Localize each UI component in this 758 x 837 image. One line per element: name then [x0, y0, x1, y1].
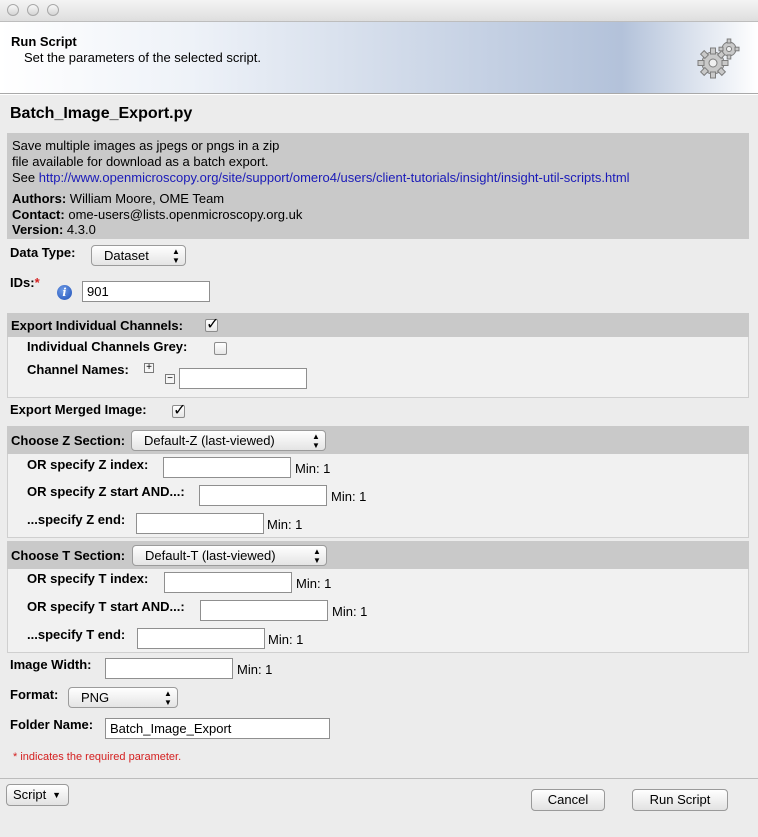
remove-channel-name-icon[interactable]: −	[165, 374, 175, 384]
description-line-1: Save multiple images as jpegs or pngs in…	[12, 138, 280, 153]
channel-names-input[interactable]	[179, 368, 307, 389]
z-index-label: OR specify Z index:	[27, 457, 149, 472]
minimize-window-button[interactable]	[27, 4, 39, 16]
t-start-input[interactable]	[200, 600, 328, 621]
z-end-min: Min: 1	[267, 517, 303, 532]
z-start-label: OR specify Z start AND...:	[27, 484, 185, 499]
t-index-input[interactable]	[164, 572, 292, 593]
contact-line: Contact: ome-users@lists.openmicroscopy.…	[12, 207, 302, 223]
authors-value: William Moore, OME Team	[69, 191, 225, 206]
description-line-2: file available for download as a batch e…	[12, 154, 269, 169]
z-section-select[interactable]: Default-Z (last-viewed) ▲ ▼	[131, 430, 326, 451]
t-index-label: OR specify T index:	[27, 571, 149, 586]
folder-name-label: Folder Name:	[10, 717, 94, 732]
z-section-header: Choose Z Section: Default-Z (last-viewed…	[7, 426, 749, 454]
run-script-button[interactable]: Run Script	[632, 789, 728, 811]
image-width-label: Image Width:	[10, 657, 92, 672]
z-section-label: Choose Z Section:	[11, 433, 126, 448]
t-section-select[interactable]: Default-T (last-viewed) ▲ ▼	[132, 545, 327, 566]
window-titlebar	[0, 0, 758, 22]
channels-grey-label: Individual Channels Grey:	[27, 339, 188, 354]
t-section-value: Default-T (last-viewed)	[145, 548, 276, 563]
gear-icon	[697, 38, 740, 79]
folder-name-input[interactable]: Batch_Image_Export	[105, 718, 330, 739]
channel-names-label: Channel Names:	[27, 362, 129, 377]
script-help-link[interactable]: http://www.openmicroscopy.org/site/suppo…	[39, 170, 630, 185]
required-parameter-note: * indicates the required parameter.	[13, 751, 182, 763]
z-index-input[interactable]	[163, 457, 291, 478]
export-channels-label: Export Individual Channels:	[11, 318, 183, 333]
chevron-down-icon: ▼	[52, 790, 61, 800]
export-channels-checkbox[interactable]: ✓	[205, 316, 220, 333]
format-value: PNG	[81, 690, 110, 705]
close-window-button[interactable]	[7, 4, 19, 16]
image-width-min: Min: 1	[237, 662, 273, 677]
z-index-min: Min: 1	[295, 461, 331, 476]
z-start-input[interactable]	[199, 485, 327, 506]
script-description-box: Save multiple images as jpegs or pngs in…	[7, 133, 749, 239]
select-arrows-icon: ▲ ▼	[172, 247, 180, 265]
format-select[interactable]: PNG ▲ ▼	[68, 687, 178, 708]
script-menu-label: Script	[13, 787, 47, 802]
authors-label: Authors:	[12, 191, 67, 206]
z-start-min: Min: 1	[331, 489, 367, 504]
export-channels-section-body: Individual Channels Grey: Channel Names:…	[7, 337, 749, 398]
t-end-min: Min: 1	[268, 632, 304, 647]
contact-label: Contact:	[12, 207, 65, 222]
authors-line: Authors: William Moore, OME Team	[12, 191, 224, 207]
t-start-label: OR specify T start AND...:	[27, 599, 185, 614]
z-section-value: Default-Z (last-viewed)	[144, 433, 275, 448]
script-name: Batch_Image_Export.py	[10, 105, 193, 122]
dialog-content: Batch_Image_Export.py Save multiple imag…	[0, 95, 758, 778]
dialog-header: Run Script Set the parameters of the sel…	[0, 22, 758, 94]
data-type-label: Data Type:	[10, 245, 76, 260]
data-type-select[interactable]: Dataset ▲ ▼	[91, 245, 186, 266]
info-icon[interactable]: i	[57, 285, 72, 300]
checkmark-icon: ✓	[173, 402, 187, 419]
t-end-label: ...specify T end:	[27, 627, 126, 642]
image-width-input[interactable]	[105, 658, 233, 679]
export-merged-label: Export Merged Image:	[10, 402, 147, 417]
contact-value: ome-users@lists.openmicroscopy.org.uk	[68, 207, 303, 222]
t-section-label: Choose T Section:	[11, 548, 126, 563]
t-index-min: Min: 1	[296, 576, 332, 591]
z-end-label: ...specify Z end:	[27, 512, 126, 527]
version-label: Version:	[12, 222, 64, 237]
data-type-value: Dataset	[104, 248, 149, 263]
t-start-min: Min: 1	[332, 604, 368, 619]
z-section-body: OR specify Z index: Min: 1 OR specify Z …	[7, 454, 749, 538]
see-label: See	[12, 170, 36, 185]
checkmark-icon: ✓	[206, 316, 220, 333]
dialog-footer: Script ▼ Cancel Run Script	[0, 778, 758, 837]
see-link-line: See http://www.openmicroscopy.org/site/s…	[12, 170, 630, 186]
version-value: 4.3.0	[66, 222, 96, 237]
dialog-title: Run Script	[11, 34, 77, 49]
z-end-input[interactable]	[136, 513, 264, 534]
dialog-subtitle: Set the parameters of the selected scrip…	[24, 50, 262, 65]
add-channel-name-icon[interactable]: +	[144, 363, 154, 373]
t-section-header: Choose T Section: Default-T (last-viewed…	[7, 541, 749, 569]
export-channels-section-header: Export Individual Channels: ✓	[7, 313, 749, 337]
select-arrows-icon: ▲ ▼	[164, 689, 172, 707]
format-label: Format:	[10, 687, 59, 702]
required-star: *	[34, 275, 40, 290]
script-menu-button[interactable]: Script ▼	[6, 784, 69, 806]
ids-label: IDs:*	[10, 275, 40, 290]
t-section-body: OR specify T index: Min: 1 OR specify T …	[7, 569, 749, 653]
select-arrows-icon: ▲ ▼	[312, 432, 320, 450]
cancel-button[interactable]: Cancel	[531, 789, 605, 811]
zoom-window-button[interactable]	[47, 4, 59, 16]
ids-input[interactable]: 901	[82, 281, 210, 302]
version-line: Version: 4.3.0	[12, 222, 96, 238]
export-merged-checkbox[interactable]: ✓	[172, 402, 187, 419]
channels-grey-checkbox[interactable]	[214, 342, 227, 355]
t-end-input[interactable]	[137, 628, 265, 649]
select-arrows-icon: ▲ ▼	[313, 547, 321, 565]
